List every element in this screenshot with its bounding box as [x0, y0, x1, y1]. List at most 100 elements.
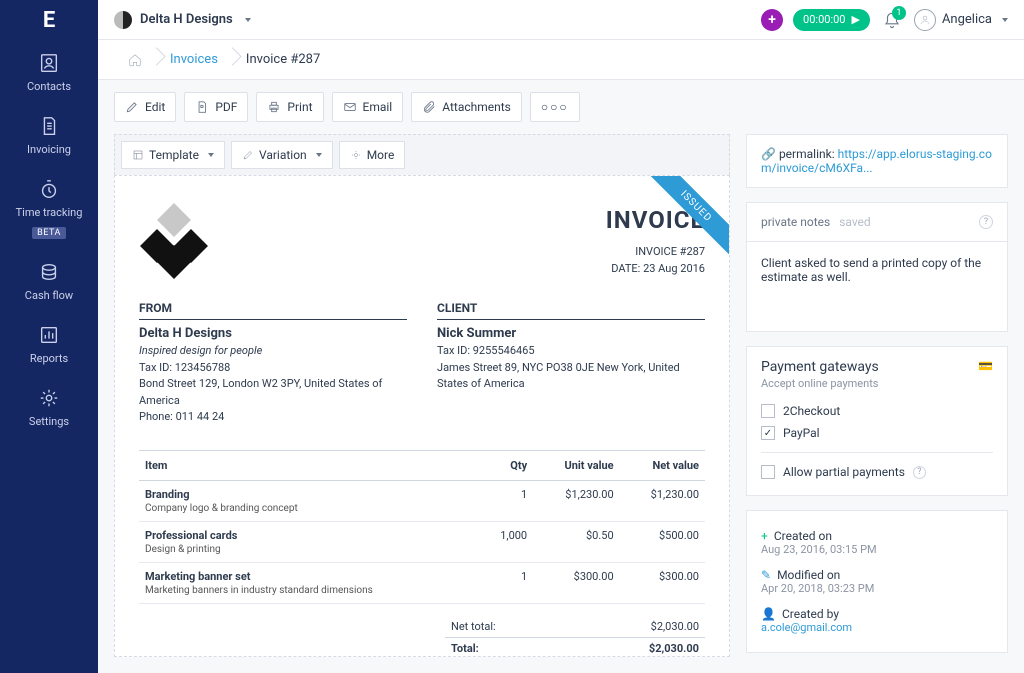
breadcrumb-current: Invoice #287 — [232, 46, 334, 74]
chevron-down-icon — [316, 153, 322, 157]
sidebar-item-contacts[interactable]: Contacts — [0, 40, 98, 103]
pdf-icon — [195, 100, 209, 114]
paperclip-icon — [422, 100, 436, 114]
card-icon: 💳 — [978, 359, 993, 373]
add-button[interactable]: + — [761, 9, 783, 31]
col-net: Net value — [620, 450, 705, 480]
home-icon — [128, 53, 142, 67]
pencil-icon: ✎ — [761, 568, 771, 582]
pencil-icon — [242, 149, 254, 161]
more-actions-button[interactable]: ○○○ — [530, 92, 580, 122]
chevron-down-icon — [208, 153, 214, 157]
modified-on-value: Apr 20, 2018, 03:23 PM — [761, 582, 993, 595]
workspace-logo — [114, 11, 132, 29]
notes-label: private notes — [761, 215, 830, 229]
email-icon — [343, 100, 357, 114]
invoicing-icon — [38, 115, 60, 137]
from-address: Bond Street 129, London W2 3PY, United S… — [139, 376, 407, 409]
modified-on-label: Modified on — [777, 568, 840, 582]
created-by-value[interactable]: a.cole@gmail.com — [761, 621, 993, 634]
gateway-2checkout[interactable]: 2Checkout — [761, 400, 993, 422]
notifications-button[interactable]: 1 — [880, 8, 904, 32]
variation-dropdown[interactable]: Variation — [231, 141, 333, 169]
sidebar: E Contacts Invoicing Time tracking BETA … — [0, 0, 98, 673]
table-row: BrandingCompany logo & branding concept … — [139, 480, 705, 521]
sidebar-label: Settings — [29, 415, 69, 428]
attachments-button[interactable]: Attachments — [411, 92, 522, 122]
client-address: James Street 89, NYC PO38 0JE New York, … — [437, 360, 705, 393]
user-icon: 👤 — [761, 607, 776, 621]
play-icon: ▶ — [851, 13, 859, 26]
contacts-icon — [38, 52, 60, 74]
template-dropdown[interactable]: Template — [121, 141, 225, 169]
company-logo — [139, 206, 209, 276]
email-button[interactable]: Email — [332, 92, 404, 122]
created-on-value: Aug 23, 2016, 03:15 PM — [761, 543, 993, 556]
template-icon — [132, 149, 144, 161]
invoice-toolbar: Template Variation More — [114, 134, 730, 175]
cashflow-icon — [38, 261, 60, 283]
from-phone: Phone: 011 44 24 — [139, 409, 407, 426]
timer-value: 00:00:00 — [803, 13, 845, 26]
topbar: Delta H Designs + 00:00:00 ▶ 1 Angelica — [98, 0, 1024, 40]
col-qty: Qty — [478, 450, 533, 480]
user-menu[interactable]: Angelica — [914, 9, 1008, 31]
chevron-down-icon — [245, 18, 251, 22]
from-tagline: Inspired design for people — [139, 343, 407, 360]
from-taxid: Tax ID: 123456788 — [139, 360, 407, 377]
allow-partial[interactable]: Allow partial payments ? — [761, 461, 993, 483]
checkbox-icon: ✓ — [761, 426, 775, 440]
pencil-icon — [125, 100, 139, 114]
sidebar-label: Cash flow — [25, 289, 73, 302]
app-logo[interactable]: E — [0, 0, 98, 40]
edit-button[interactable]: Edit — [114, 92, 176, 122]
beta-badge: BETA — [32, 227, 66, 239]
timer-button[interactable]: 00:00:00 ▶ — [793, 9, 870, 31]
permalink-label: permalink: — [779, 147, 835, 161]
plus-icon: + — [761, 529, 768, 543]
notes-header: private notes saved ? — [746, 202, 1008, 242]
avatar-icon — [914, 9, 936, 31]
gateway-paypal[interactable]: ✓PayPal — [761, 422, 993, 444]
sidebar-label: Invoicing — [27, 143, 71, 156]
sidebar-item-reports[interactable]: Reports — [0, 312, 98, 375]
link-icon: 🔗 — [761, 147, 776, 161]
user-name: Angelica — [942, 12, 992, 27]
client-name: Nick Summer — [437, 326, 705, 341]
chevron-down-icon — [1002, 18, 1008, 22]
sidebar-item-cashflow[interactable]: Cash flow — [0, 249, 98, 312]
breadcrumb-invoices[interactable]: Invoices — [156, 46, 232, 74]
breadcrumb: Invoices Invoice #287 — [98, 40, 1024, 80]
print-button[interactable]: Print — [256, 92, 323, 122]
sidebar-item-timetracking[interactable]: Time tracking BETA — [0, 166, 98, 249]
sidebar-label: Time tracking — [16, 206, 83, 219]
invoice-preview: INVOICE INVOICE #287 DATE: 23 Aug 2016 F… — [114, 175, 730, 657]
help-icon[interactable]: ? — [913, 466, 926, 479]
pdf-button[interactable]: PDF — [184, 92, 248, 122]
action-bar: Edit PDF Print Email Attachments ○○○ — [98, 80, 1024, 134]
more-dropdown[interactable]: More — [339, 141, 406, 169]
print-icon — [267, 100, 281, 114]
help-icon[interactable]: ? — [979, 215, 993, 229]
gateways-subtitle: Accept online payments — [761, 377, 879, 390]
created-by-label: Created by — [782, 607, 839, 621]
workspace-name: Delta H Designs — [140, 12, 233, 27]
gear-icon — [38, 387, 60, 409]
col-unit: Unit value — [533, 450, 620, 480]
sidebar-item-invoicing[interactable]: Invoicing — [0, 103, 98, 166]
notes-body[interactable]: Client asked to send a printed copy of t… — [746, 242, 1008, 332]
stopwatch-icon — [38, 178, 60, 200]
table-row: Professional cardsDesign & printing 1,00… — [139, 521, 705, 562]
reports-icon — [38, 324, 60, 346]
totals: Net total:$2,030.00 Total:$2,030.00 — [445, 616, 705, 658]
sidebar-label: Contacts — [27, 80, 71, 93]
from-heading: FROM — [139, 301, 407, 320]
workspace-switcher[interactable]: Delta H Designs — [114, 11, 251, 29]
sidebar-item-settings[interactable]: Settings — [0, 375, 98, 438]
meta-panel: + Created on Aug 23, 2016, 03:15 PM ✎ Modi… — [746, 510, 1008, 653]
gear-icon — [350, 149, 362, 161]
from-name: Delta H Designs — [139, 326, 407, 341]
created-on-label: Created on — [774, 529, 832, 543]
checkbox-icon — [761, 465, 775, 479]
line-items-table: Item Qty Unit value Net value BrandingCo… — [139, 450, 705, 604]
